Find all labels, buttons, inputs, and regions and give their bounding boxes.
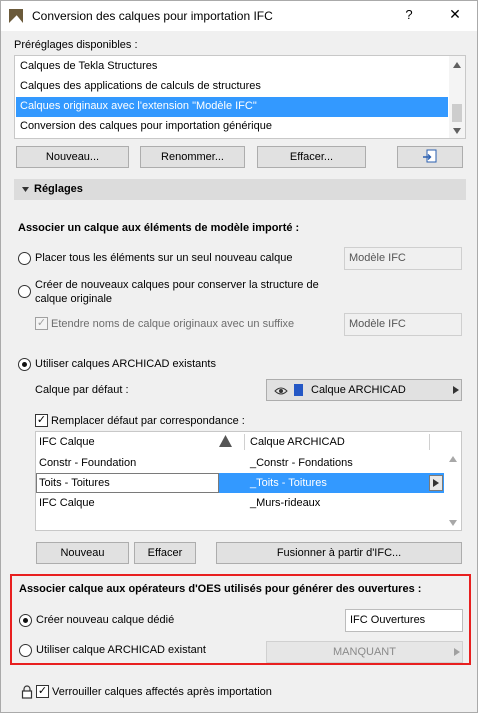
- column-header-archicad-layer[interactable]: Calque ARCHICAD: [247, 432, 427, 452]
- preset-delete-button[interactable]: Effacer...: [257, 146, 366, 168]
- layer-color-icon: [294, 384, 303, 396]
- column-header-ifc-layer[interactable]: IFC Calque: [36, 432, 236, 452]
- option-new-layers-label-2: calque originale: [35, 293, 113, 305]
- table-row-ifc-cell[interactable]: IFC Calque: [36, 493, 236, 513]
- radio-single-layer[interactable]: [18, 252, 31, 265]
- opening-layer-name-field[interactable]: IFC Ouvertures: [345, 609, 463, 632]
- column-divider: [429, 434, 430, 450]
- scroll-up-icon[interactable]: [453, 62, 461, 68]
- existing-opening-layer-value: MANQUANT: [333, 646, 396, 658]
- archicad-logo-icon: [9, 9, 23, 23]
- option-new-layers-label-1: Créer de nouveaux calques pour conserver…: [35, 279, 319, 291]
- radio-existing-opening-layer[interactable]: [19, 644, 32, 657]
- dialog-window: Conversion des calques pour importation …: [0, 0, 478, 713]
- existing-opening-layer-label: Utiliser calque ARCHICAD existant: [36, 644, 206, 656]
- scroll-down-icon[interactable]: [453, 128, 461, 134]
- settings-header-label: Réglages: [34, 183, 83, 195]
- scroll-thumb[interactable]: [452, 104, 462, 122]
- close-button[interactable]: ✕: [448, 6, 462, 23]
- mapping-new-button[interactable]: Nouveau: [36, 542, 129, 564]
- default-layer-value: Calque ARCHICAD: [311, 384, 406, 396]
- radio-new-layers[interactable]: [18, 285, 31, 298]
- preset-item-selected[interactable]: Calques originaux avec l'extension "Modè…: [16, 97, 448, 117]
- table-row-ifc-cell[interactable]: Toits - Toitures: [36, 473, 219, 493]
- assign-layer-heading: Associer un calque aux éléments de modèl…: [18, 222, 300, 234]
- collapse-triangle-icon[interactable]: [22, 187, 29, 192]
- help-button[interactable]: ?: [402, 7, 416, 22]
- settings-section-header[interactable]: Réglages: [14, 179, 466, 200]
- eye-icon: [274, 387, 288, 395]
- table-row-archicad-cell[interactable]: _Toits - Toitures: [247, 473, 427, 493]
- openings-heading: Associer calque aux opérateurs d'OES uti…: [19, 583, 422, 595]
- preset-item[interactable]: Calques des applications de calculs de s…: [16, 77, 448, 97]
- extend-names-checkbox[interactable]: ✓: [35, 317, 48, 330]
- preset-rename-button[interactable]: Renommer...: [140, 146, 245, 168]
- dropdown-arrow-icon: [433, 479, 439, 487]
- suffix-field[interactable]: Modèle IFC: [344, 313, 462, 336]
- table-row-ifc-cell[interactable]: Constr - Foundation: [36, 453, 236, 473]
- table-row-archicad-cell[interactable]: _Murs-rideaux: [247, 493, 427, 513]
- radio-new-opening-layer[interactable]: [19, 614, 32, 627]
- table-scrollbar[interactable]: [445, 450, 461, 530]
- existing-opening-layer-dropdown[interactable]: MANQUANT: [266, 641, 463, 663]
- title-bar: Conversion des calques pour importation …: [1, 1, 477, 31]
- replace-default-label: Remplacer défaut par correspondance :: [51, 415, 245, 427]
- layer-mapping-table[interactable]: IFC Calque Calque ARCHICAD Constr - Foun…: [35, 431, 462, 531]
- lock-layers-checkbox[interactable]: ✓: [36, 685, 49, 698]
- option-single-layer-label: Placer tous les éléments sur un seul nou…: [35, 252, 293, 264]
- lock-icon: [21, 685, 33, 699]
- default-layer-label: Calque par défaut :: [35, 384, 129, 396]
- dropdown-arrow-icon: [453, 386, 459, 394]
- table-row-archicad-cell[interactable]: _Constr - Fondations: [247, 453, 427, 473]
- radio-existing-layers[interactable]: [18, 358, 31, 371]
- merge-from-ifc-button[interactable]: Fusionner à partir d'IFC...: [216, 542, 462, 564]
- column-divider: [244, 434, 245, 450]
- window-title: Conversion des calques pour importation …: [32, 9, 273, 23]
- scroll-up-icon[interactable]: [449, 456, 457, 462]
- preset-item[interactable]: Conversion des calques pour importation …: [16, 117, 448, 137]
- row-dropdown-button[interactable]: [429, 475, 443, 491]
- preset-new-button[interactable]: Nouveau...: [16, 146, 129, 168]
- presets-scrollbar[interactable]: [449, 56, 465, 138]
- preset-item[interactable]: Calques de Tekla Structures: [16, 57, 448, 77]
- scroll-down-icon[interactable]: [449, 520, 457, 526]
- presets-label: Préréglages disponibles :: [14, 39, 138, 51]
- lock-layers-label: Verrouiller calques affectés après impor…: [52, 686, 272, 698]
- import-preset-button[interactable]: [397, 146, 463, 168]
- single-layer-name-field[interactable]: Modèle IFC: [344, 247, 462, 270]
- import-file-icon: [423, 149, 437, 163]
- mapping-delete-button[interactable]: Effacer: [134, 542, 196, 564]
- dropdown-arrow-icon: [454, 648, 460, 656]
- option-existing-layers-label: Utiliser calques ARCHICAD existants: [35, 358, 216, 370]
- table-row-selected[interactable]: Toits - Toitures _Toits - Toitures: [36, 473, 444, 493]
- extend-names-label: Etendre noms de calque originaux avec un…: [51, 318, 295, 330]
- default-layer-dropdown[interactable]: Calque ARCHICAD: [266, 379, 462, 401]
- openings-highlight-frame: Associer calque aux opérateurs d'OES uti…: [10, 574, 471, 665]
- presets-list[interactable]: Calques de Tekla Structures Calques des …: [14, 55, 466, 139]
- replace-default-checkbox[interactable]: ✓: [35, 414, 48, 427]
- new-opening-layer-label: Créer nouveau calque dédié: [36, 614, 175, 626]
